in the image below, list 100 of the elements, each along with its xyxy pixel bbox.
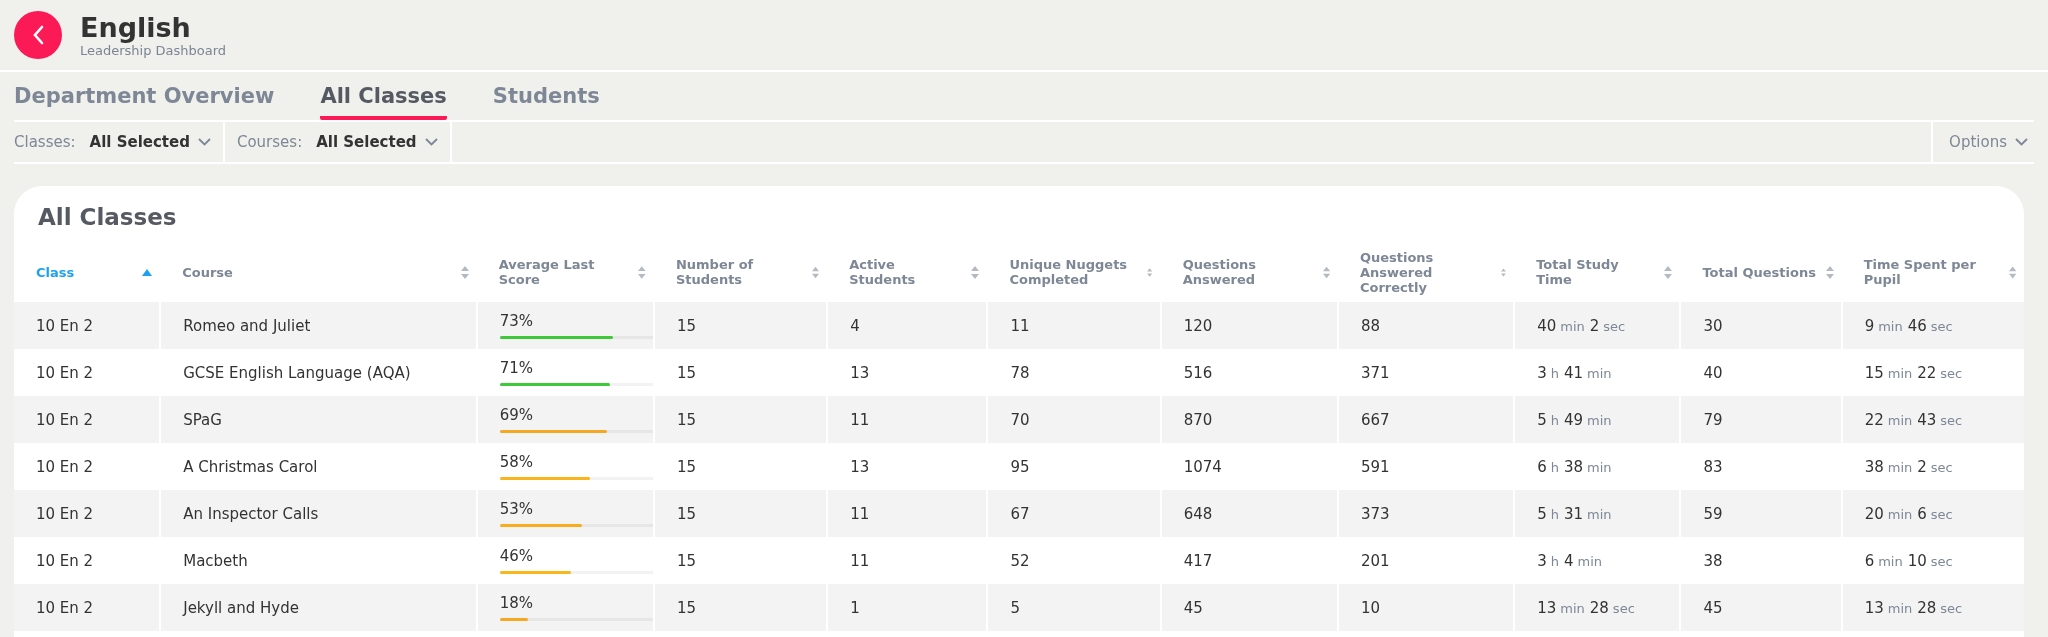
table-cell: 45 bbox=[1160, 584, 1338, 631]
table-cell: 45 bbox=[1680, 584, 1842, 631]
chevron-down-icon bbox=[197, 138, 211, 146]
sort-icon bbox=[1825, 265, 1834, 279]
column-header[interactable]: Questions Answered bbox=[1160, 242, 1338, 302]
table-cell: 5 h 49 min bbox=[1514, 396, 1681, 443]
table-cell: 15 bbox=[653, 584, 828, 631]
table-cell: Jekyll and Hyde bbox=[160, 584, 477, 631]
column-header[interactable]: Total Study Time bbox=[1514, 242, 1681, 302]
table-cell: 15 bbox=[653, 443, 828, 490]
table-cell: 4 bbox=[827, 302, 988, 349]
tab[interactable]: Students bbox=[492, 84, 600, 120]
filter-label: Classes: bbox=[14, 133, 76, 151]
score-value: 53% bbox=[499, 500, 534, 518]
table-cell: 15 bbox=[653, 302, 828, 349]
sort-icon bbox=[2008, 265, 2016, 279]
column-header[interactable]: Unique Nuggets Completed bbox=[987, 242, 1161, 302]
options-dropdown[interactable]: Options bbox=[1931, 122, 2034, 162]
score-value: 69% bbox=[499, 406, 534, 424]
table-cell: 10 En 2 bbox=[14, 443, 161, 490]
chevron-down-icon bbox=[2015, 138, 2028, 146]
sort-ascending-icon bbox=[142, 268, 153, 276]
table-cell: Romeo and Juliet bbox=[160, 302, 477, 349]
table-cell: 52 bbox=[987, 537, 1161, 584]
sort-icon bbox=[1664, 265, 1673, 279]
table-cell: 373 bbox=[1337, 490, 1515, 537]
table-cell: 667 bbox=[1337, 396, 1515, 443]
page-subtitle: Leadership Dashboard bbox=[80, 42, 227, 58]
table-cell: 1074 bbox=[1160, 443, 1338, 490]
table-cell: 88 bbox=[1337, 302, 1515, 349]
table-cell: 13 bbox=[827, 443, 988, 490]
table-cell: 5 h 31 min bbox=[1514, 490, 1681, 537]
tab[interactable]: All Classes bbox=[320, 84, 447, 120]
sort-icon bbox=[1147, 265, 1153, 279]
page-title: English bbox=[80, 12, 192, 43]
table-cell: 30 bbox=[1680, 302, 1842, 349]
table-cell: 9 min 46 sec bbox=[1841, 302, 2024, 349]
filter-label: Courses: bbox=[236, 133, 303, 151]
score-value: 18% bbox=[499, 594, 534, 612]
filter-dropdown[interactable]: All Selected bbox=[316, 129, 438, 155]
table-cell: SPaG bbox=[160, 396, 477, 443]
table-cell: 10 En 2 bbox=[14, 349, 161, 396]
table-cell: 5 bbox=[987, 584, 1161, 631]
tab[interactable]: Department Overview bbox=[14, 84, 275, 120]
table-cell: 59 bbox=[1680, 490, 1842, 537]
column-header[interactable]: Total Questions bbox=[1680, 242, 1842, 302]
score-value: 73% bbox=[499, 312, 534, 330]
table-cell: 20 min 6 sec bbox=[1841, 490, 2024, 537]
table-cell: 11 bbox=[827, 396, 988, 443]
table-cell: 10 En 2 bbox=[14, 537, 161, 584]
score-value: 58% bbox=[499, 453, 534, 471]
back-button[interactable] bbox=[14, 11, 62, 59]
table-cell: 13 min 28 sec bbox=[1841, 584, 2024, 631]
column-header[interactable]: Number of Students bbox=[653, 242, 828, 302]
table-cell: 15 bbox=[653, 349, 828, 396]
column-header[interactable]: Time Spent per Pupil bbox=[1841, 242, 2024, 302]
table-cell: An Inspector Calls bbox=[160, 490, 477, 537]
table-cell: 15 bbox=[653, 490, 828, 537]
score-value: 46% bbox=[499, 547, 534, 565]
sort-icon bbox=[460, 265, 469, 279]
column-header[interactable]: Questions Answered Correctly bbox=[1337, 242, 1515, 302]
table-cell: 591 bbox=[1337, 443, 1515, 490]
card-title: All Classes bbox=[37, 203, 178, 232]
sort-icon bbox=[638, 265, 646, 279]
column-header[interactable]: Class bbox=[14, 242, 161, 302]
sort-icon bbox=[812, 265, 820, 279]
table-cell: 79 bbox=[1680, 396, 1842, 443]
table-cell: 516 bbox=[1160, 349, 1338, 396]
table-cell: 11 bbox=[987, 302, 1161, 349]
column-header[interactable]: Average Last Score bbox=[476, 242, 654, 302]
table-cell: 371 bbox=[1337, 349, 1515, 396]
table-cell: 6 h 38 min bbox=[1514, 443, 1681, 490]
table-cell: 10 En 2 bbox=[14, 584, 161, 631]
table-cell: 70 bbox=[987, 396, 1161, 443]
table-cell: 15 bbox=[653, 396, 828, 443]
table-cell: 15 bbox=[653, 537, 828, 584]
table-cell: 22 min 43 sec bbox=[1841, 396, 2024, 443]
sort-icon bbox=[971, 265, 980, 279]
table-cell: 38 bbox=[1680, 537, 1842, 584]
table-cell: 10 En 2 bbox=[14, 490, 161, 537]
table-cell: Macbeth bbox=[160, 537, 477, 584]
table-cell: 10 bbox=[1337, 584, 1515, 631]
chevron-left-icon bbox=[32, 25, 44, 45]
table-cell: 13 min 28 sec bbox=[1514, 584, 1681, 631]
table-cell: 6 min 10 sec bbox=[1841, 537, 2024, 584]
table-cell: 95 bbox=[987, 443, 1161, 490]
table-cell: 11 bbox=[827, 537, 988, 584]
column-header[interactable]: Active Students bbox=[827, 242, 988, 302]
table-cell: 40 bbox=[1680, 349, 1842, 396]
score-value: 71% bbox=[499, 359, 534, 377]
table-cell: 67 bbox=[987, 490, 1161, 537]
table-cell: A Christmas Carol bbox=[160, 443, 477, 490]
table-cell: 83 bbox=[1680, 443, 1842, 490]
table-cell: 10 En 2 bbox=[14, 302, 161, 349]
table-cell: 120 bbox=[1160, 302, 1338, 349]
table-cell: 11 bbox=[827, 490, 988, 537]
sort-icon bbox=[1322, 265, 1330, 279]
table-cell: 3 h 4 min bbox=[1514, 537, 1681, 584]
column-header[interactable]: Course bbox=[160, 242, 477, 302]
filter-dropdown[interactable]: All Selected bbox=[89, 129, 211, 155]
